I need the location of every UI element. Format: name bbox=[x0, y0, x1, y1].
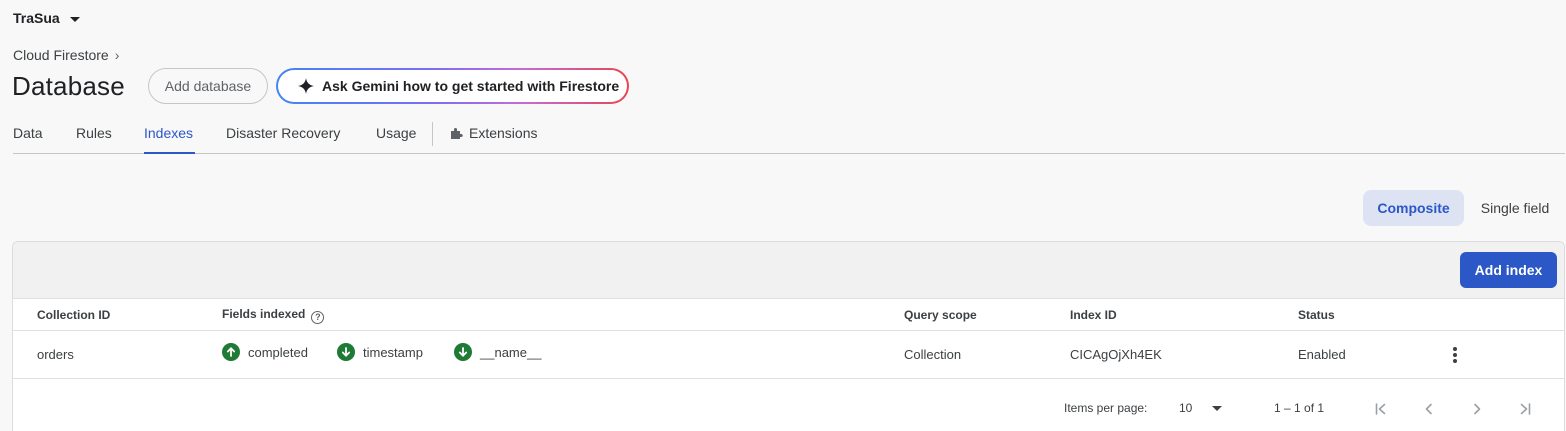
cell-collection-id: orders bbox=[37, 347, 74, 362]
tab-usage[interactable]: Usage bbox=[376, 125, 416, 141]
first-page-icon bbox=[1375, 403, 1386, 415]
header-collection-id[interactable]: Collection ID bbox=[37, 308, 110, 322]
chevron-right-icon bbox=[1474, 403, 1481, 415]
tab-divider bbox=[432, 122, 433, 146]
tab-bar: Data Rules Indexes Disaster Recovery Usa… bbox=[13, 117, 1565, 154]
header-fields-indexed: Fields indexed? bbox=[222, 307, 325, 324]
items-per-page-label: Items per page: bbox=[1064, 401, 1148, 415]
page-title: Database bbox=[12, 71, 125, 101]
indexes-card: Add index Collection ID Fields indexed? … bbox=[12, 241, 1565, 431]
arrow-down-icon bbox=[337, 343, 355, 361]
field-chip: timestamp bbox=[337, 343, 423, 361]
items-per-page-value: 10 bbox=[1179, 401, 1193, 415]
breadcrumb-cloud-firestore[interactable]: Cloud Firestore bbox=[13, 47, 109, 63]
add-index-button[interactable]: Add index bbox=[1460, 252, 1557, 288]
caret-down-icon bbox=[1212, 405, 1223, 411]
last-page-icon bbox=[1520, 403, 1531, 415]
header-status[interactable]: Status bbox=[1298, 308, 1335, 322]
tab-extensions-label: Extensions bbox=[469, 125, 538, 141]
header-query-scope[interactable]: Query scope bbox=[904, 308, 977, 322]
field-name: timestamp bbox=[363, 344, 423, 360]
tab-indexes[interactable]: Indexes bbox=[144, 125, 193, 141]
tab-extensions[interactable]: Extensions bbox=[449, 125, 537, 141]
tab-rules[interactable]: Rules bbox=[76, 125, 112, 141]
ask-gemini-button[interactable]: Ask Gemini how to get started with Fires… bbox=[276, 68, 629, 104]
arrow-down-icon bbox=[454, 343, 472, 361]
composite-toggle[interactable]: Composite bbox=[1363, 190, 1464, 226]
page-range-label: 1 – 1 of 1 bbox=[1274, 401, 1325, 415]
field-name: __name__ bbox=[480, 344, 542, 360]
tab-disaster-recovery[interactable]: Disaster Recovery bbox=[226, 125, 340, 141]
chevron-left-icon bbox=[1425, 403, 1432, 415]
items-per-page-select[interactable]: 10 bbox=[1179, 398, 1227, 418]
breadcrumb: Cloud Firestore › bbox=[13, 47, 119, 63]
cell-query-scope: Collection bbox=[904, 347, 962, 362]
next-page-button[interactable] bbox=[1465, 397, 1489, 421]
active-tab-indicator bbox=[144, 152, 195, 154]
puzzle-icon bbox=[451, 128, 463, 139]
chevron-right-icon: › bbox=[114, 47, 120, 63]
ask-gemini-label: Ask Gemini how to get started with Fires… bbox=[322, 78, 620, 94]
first-page-button[interactable] bbox=[1369, 397, 1393, 421]
table-row: orders completed timestamp __name__ Coll… bbox=[13, 331, 1564, 379]
previous-page-button[interactable] bbox=[1417, 397, 1441, 421]
card-toolbar: Add index bbox=[13, 242, 1564, 299]
field-name: completed bbox=[248, 344, 308, 360]
cell-status: Enabled bbox=[1298, 347, 1346, 362]
field-chip: __name__ bbox=[454, 343, 541, 361]
table-header: Collection ID Fields indexed? Query scop… bbox=[13, 299, 1564, 331]
header-index-id[interactable]: Index ID bbox=[1070, 308, 1117, 322]
caret-down-icon bbox=[69, 16, 80, 22]
paginator: Items per page: 10 1 – 1 of 1 bbox=[13, 379, 1564, 431]
help-icon[interactable]: ? bbox=[311, 310, 325, 324]
tab-data[interactable]: Data bbox=[13, 125, 43, 141]
gemini-sparkle-icon bbox=[298, 78, 314, 94]
field-chip: completed bbox=[222, 343, 308, 361]
header-fields-indexed-label: Fields indexed bbox=[222, 307, 306, 321]
more-options-icon[interactable] bbox=[1451, 345, 1459, 365]
single-field-toggle[interactable]: Single field bbox=[1470, 190, 1560, 226]
cell-index-id: CICAgOjXh4EK bbox=[1070, 347, 1162, 362]
project-selector[interactable]: TraSua bbox=[13, 10, 80, 26]
last-page-button[interactable] bbox=[1513, 397, 1537, 421]
project-name: TraSua bbox=[13, 10, 60, 26]
arrow-up-icon bbox=[222, 343, 240, 361]
add-database-button[interactable]: Add database bbox=[148, 68, 268, 104]
